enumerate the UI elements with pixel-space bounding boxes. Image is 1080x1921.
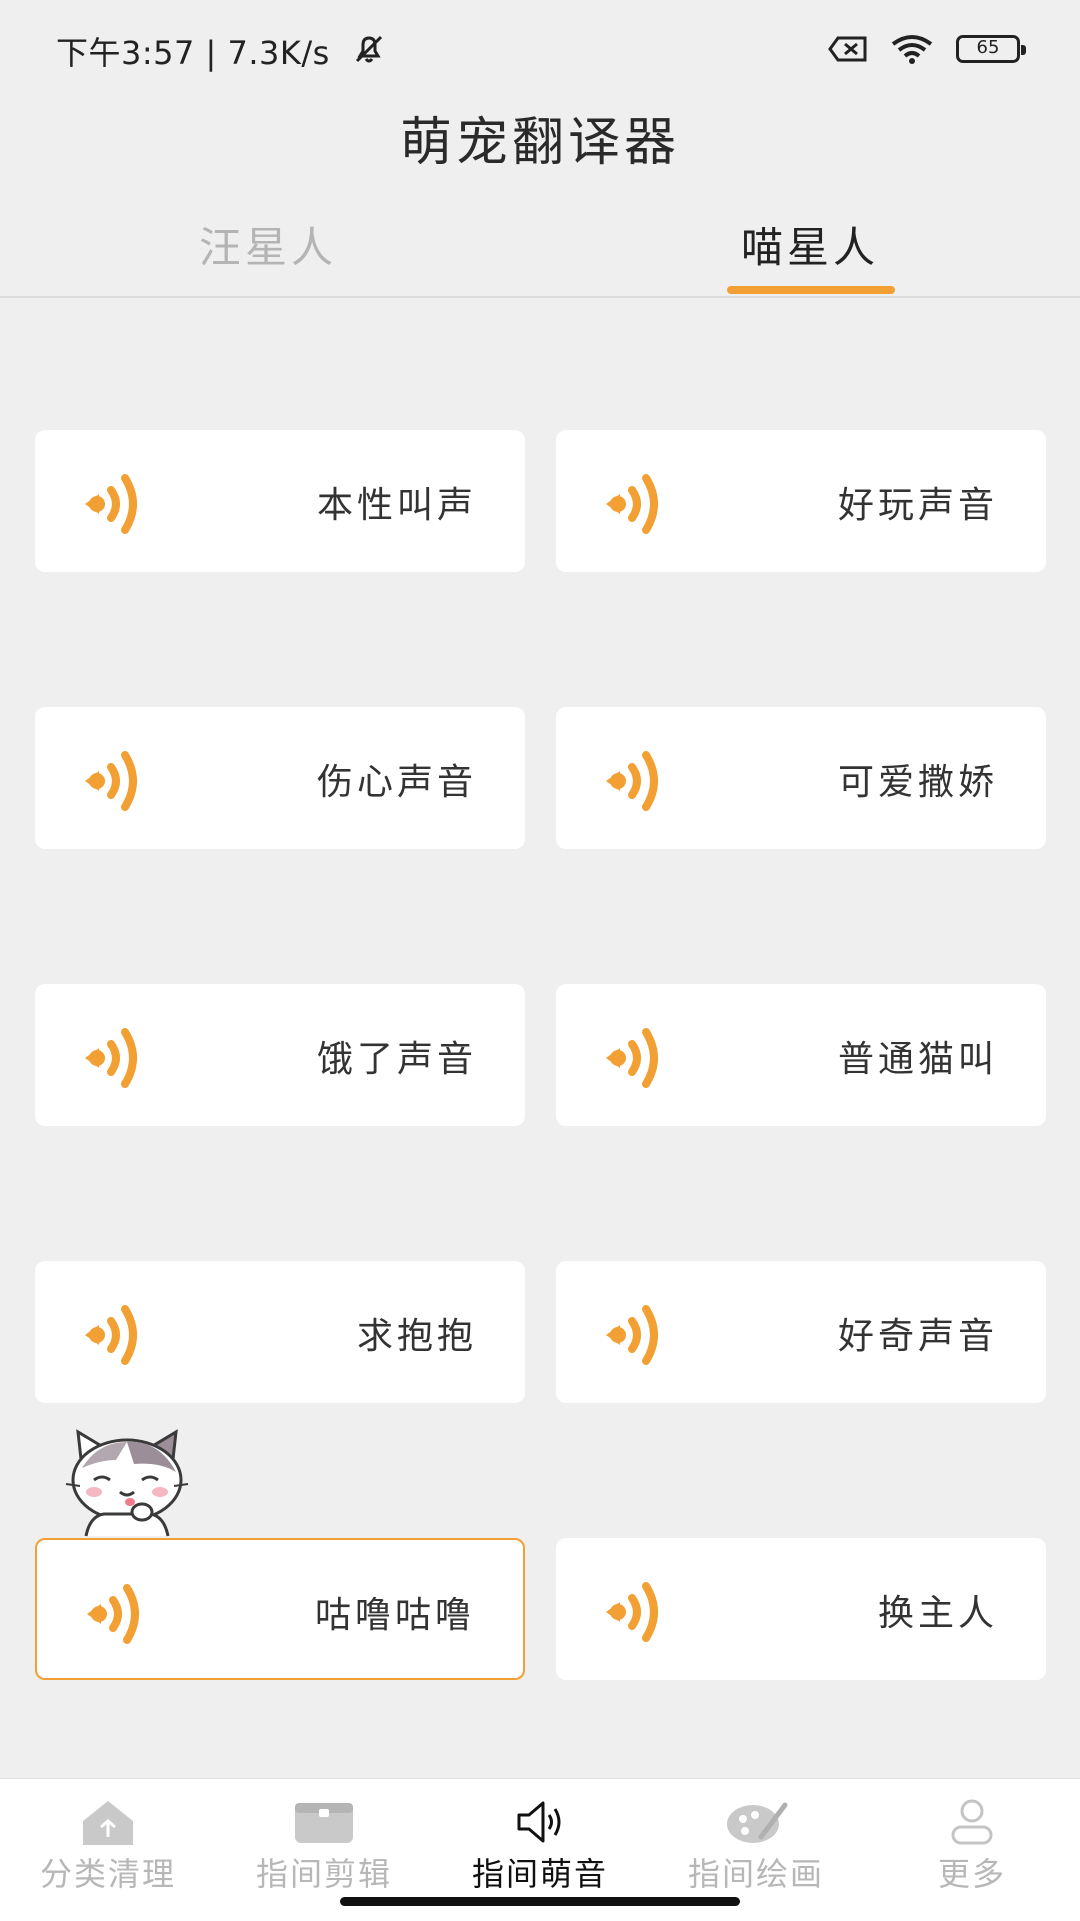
nav-label: 分类清理 (39, 1855, 176, 1893)
sound-label: 饿了声音 (316, 1039, 477, 1080)
home-clean-icon (83, 1801, 133, 1845)
sound-card[interactable]: 饿了声音 (35, 984, 525, 1126)
nav-item-sound[interactable]: 指间萌音 (432, 1797, 648, 1895)
nav-label: 更多 (937, 1855, 1006, 1893)
battery-icon: 65 (956, 35, 1026, 63)
sound-label: 咕噜咕噜 (314, 1595, 475, 1636)
nav-item-clip[interactable]: 指间剪辑 (216, 1797, 432, 1895)
sound-card[interactable]: 换主人 (556, 1538, 1046, 1680)
cat-mascot-image (64, 1428, 190, 1538)
sound-label: 本性叫声 (316, 485, 477, 526)
sound-label: 可爱撒娇 (837, 762, 998, 803)
nav-item-more[interactable]: 更多 (864, 1797, 1080, 1895)
sound-card[interactable]: 求抱抱 (35, 1261, 525, 1403)
status-icons: 65 (828, 34, 1026, 64)
wifi-icon (890, 34, 934, 64)
page-title: 萌宠翻译器 (399, 113, 680, 173)
speaker-icon (77, 1020, 153, 1096)
nav-label: 指间剪辑 (255, 1855, 392, 1893)
speaker-icon (598, 1297, 674, 1373)
battery-level: 65 (976, 37, 1000, 58)
sound-card[interactable]: 可爱撒娇 (556, 707, 1046, 849)
status-time-speed: 下午3:57 | 7.3K/s (56, 34, 330, 72)
tab-indicator (727, 286, 895, 294)
sim-off-icon (828, 36, 868, 62)
sound-card[interactable]: 普通猫叫 (556, 984, 1046, 1126)
palette-icon (727, 1802, 788, 1843)
sound-card[interactable]: 伤心声音 (35, 707, 525, 849)
sound-label: 好奇声音 (837, 1316, 998, 1357)
clip-box-icon (295, 1803, 353, 1843)
sound-label: 求抱抱 (356, 1316, 477, 1357)
sound-label: 好玩声音 (837, 485, 998, 526)
speaker-icon (598, 1020, 674, 1096)
speaker-icon (598, 466, 674, 542)
sound-card[interactable]: 本性叫声 (35, 430, 525, 572)
sound-label: 换主人 (877, 1593, 998, 1634)
tab-cat[interactable]: 喵星人 (710, 214, 910, 275)
tab-bar: 汪星人 喵星人 (0, 200, 1080, 298)
speaker-icon (79, 1576, 155, 1652)
speaker-icon (517, 1801, 561, 1843)
nav-label: 指间萌音 (471, 1855, 608, 1893)
status-bar: 下午3:57 | 7.3K/s 65 (0, 0, 1080, 100)
sound-card-selected[interactable]: 咕噜咕噜 (35, 1538, 525, 1680)
speaker-icon (598, 1574, 674, 1650)
sound-card[interactable]: 好奇声音 (556, 1261, 1046, 1403)
tab-dog[interactable]: 汪星人 (168, 214, 368, 275)
nav-item-paint[interactable]: 指间绘画 (648, 1797, 864, 1895)
person-icon (951, 1799, 993, 1845)
speaker-icon (77, 1297, 153, 1373)
speaker-icon (77, 466, 153, 542)
sound-label: 普通猫叫 (837, 1039, 998, 1080)
speaker-icon (77, 743, 153, 819)
sound-label: 伤心声音 (316, 762, 477, 803)
sound-card[interactable]: 好玩声音 (556, 430, 1046, 572)
nav-item-classify-clean[interactable]: 分类清理 (0, 1797, 216, 1895)
nav-label: 指间绘画 (687, 1855, 824, 1893)
home-indicator[interactable] (340, 1897, 740, 1906)
mute-bell-icon (352, 32, 386, 70)
speaker-icon (598, 743, 674, 819)
